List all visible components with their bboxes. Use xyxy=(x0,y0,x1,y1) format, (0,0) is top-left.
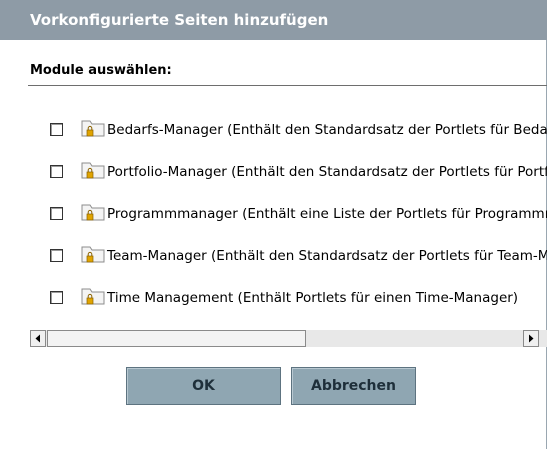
locked-folder-icon xyxy=(80,118,108,140)
locked-folder-icon xyxy=(80,244,108,266)
locked-folder-icon xyxy=(80,160,108,182)
add-preconfigured-pages-dialog: Vorkonfigurierte Seiten hinzufügen Modul… xyxy=(0,0,547,449)
scroll-right-button[interactable] xyxy=(523,330,539,347)
arrow-right-icon xyxy=(529,334,534,343)
locked-folder-icon xyxy=(80,286,108,308)
module-checkbox[interactable] xyxy=(50,291,63,304)
module-label: Programmmanager (Enthält eine Liste der … xyxy=(107,206,547,222)
arrow-left-icon xyxy=(35,334,40,343)
module-label: Portfolio-Manager (Enthält den Standards… xyxy=(107,164,547,180)
section-label: Module auswählen: xyxy=(30,63,172,78)
ok-button[interactable]: OK xyxy=(126,367,281,405)
locked-folder-icon xyxy=(80,202,108,224)
module-list: Bedarfs-Manager (Enthält den Standardsat… xyxy=(30,105,547,327)
module-label: Time Management (Enthält Portlets für ei… xyxy=(107,290,519,306)
horizontal-scrollbar[interactable] xyxy=(30,330,547,347)
module-label: Bedarfs-Manager (Enthält den Standardsat… xyxy=(107,122,547,138)
module-checkbox[interactable] xyxy=(50,123,63,136)
module-checkbox[interactable] xyxy=(50,207,63,220)
module-checkbox[interactable] xyxy=(50,249,63,262)
dialog-title: Vorkonfigurierte Seiten hinzufügen xyxy=(0,0,547,40)
module-label: Team-Manager (Enthält den Standardsatz d… xyxy=(107,248,547,264)
cancel-button[interactable]: Abbrechen xyxy=(291,367,416,405)
module-checkbox[interactable] xyxy=(50,165,63,178)
section-divider xyxy=(28,85,547,86)
scroll-left-button[interactable] xyxy=(30,330,46,347)
scroll-thumb[interactable] xyxy=(47,330,306,347)
